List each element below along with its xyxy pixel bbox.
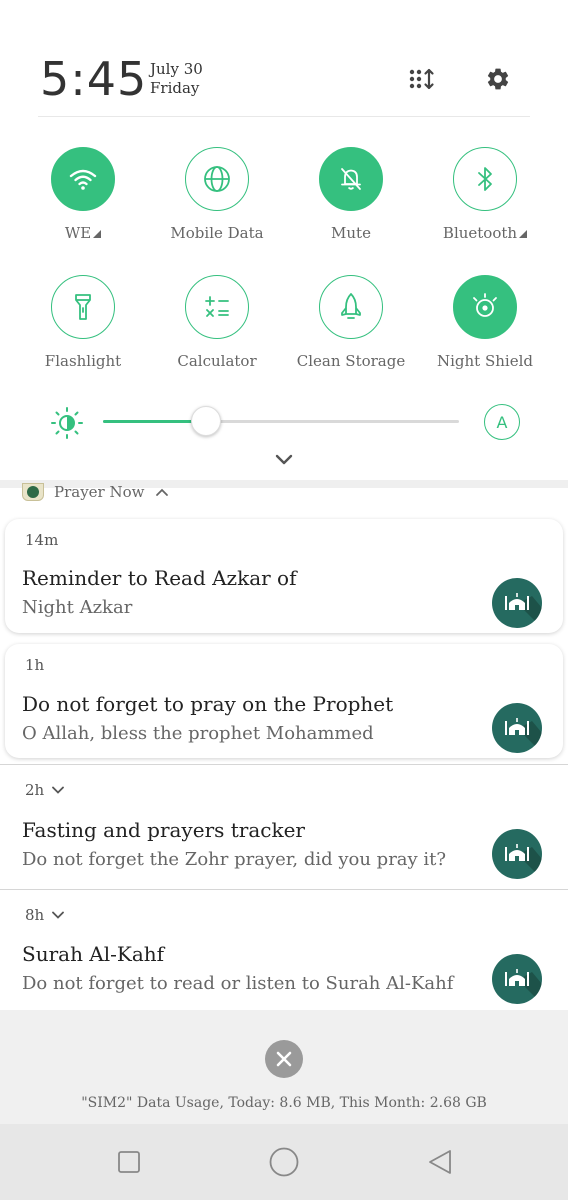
- bluetooth-toggle[interactable]: [453, 147, 517, 211]
- calculator-icon: [205, 296, 229, 317]
- square-icon: [118, 1151, 140, 1173]
- expand-panel-chevron-icon[interactable]: [274, 452, 294, 468]
- notification-item[interactable]: 8h Surah Al-Kahf Do not forget to read o…: [0, 890, 568, 1010]
- brightness-slider-thumb[interactable]: [191, 406, 222, 436]
- chevron-down-icon[interactable]: [52, 786, 65, 794]
- eye-icon: [473, 293, 497, 317]
- date-block: July 30 Friday: [150, 60, 203, 98]
- tile-flashlight-label: Flashlight: [44, 352, 122, 370]
- circle-icon: [269, 1147, 299, 1177]
- tile-bluetooth[interactable]: Bluetooth: [418, 147, 552, 242]
- notification-text: O Allah, bless the prophet Mohammed: [22, 723, 374, 744]
- clean-storage-button[interactable]: [319, 275, 383, 339]
- notification-text: Do not forget the Zohr prayer, did you p…: [22, 849, 447, 870]
- notification-time: 8h: [25, 906, 45, 924]
- notification-text: Night Azkar: [22, 597, 133, 618]
- chevron-down-icon[interactable]: [52, 911, 65, 919]
- notification-title: Do not forget to pray on the Prophet: [22, 692, 394, 716]
- tile-clean-storage-label: Clean Storage: [296, 352, 406, 370]
- night-shield-toggle[interactable]: [453, 275, 517, 339]
- chevron-up-icon[interactable]: [155, 487, 169, 497]
- globe-icon: [204, 166, 230, 192]
- notification-item[interactable]: 2h Fasting and prayers tracker Do not fo…: [0, 764, 568, 890]
- bluetooth-icon: [478, 167, 492, 191]
- mute-toggle[interactable]: [319, 147, 383, 211]
- prayer-now-app-icon: [22, 483, 44, 501]
- home-button[interactable]: [266, 1144, 302, 1180]
- tile-mute-label: Mute: [331, 224, 371, 242]
- tile-mobile-data-label: Mobile Data: [170, 224, 264, 242]
- settings-gear-icon[interactable]: [483, 64, 513, 94]
- tile-mute[interactable]: Mute: [284, 147, 418, 242]
- wifi-toggle[interactable]: [51, 147, 115, 211]
- app-group-header[interactable]: Prayer Now: [22, 482, 169, 502]
- tile-mobile-data[interactable]: Mobile Data: [150, 147, 284, 242]
- tile-wifi-label: WE: [64, 224, 92, 242]
- clear-all-button[interactable]: [265, 1040, 303, 1078]
- data-usage-text: "SIM2" Data Usage, Today: 8.6 MB, This M…: [81, 1095, 487, 1111]
- mosque-icon: [492, 829, 542, 879]
- bell-off-icon: [341, 168, 361, 190]
- tile-night-shield[interactable]: Night Shield: [418, 275, 552, 370]
- date-text: July 30: [150, 60, 203, 78]
- notification-time: 1h: [25, 656, 45, 674]
- notification-title: Surah Al-Kahf: [22, 942, 165, 966]
- header-divider: [38, 116, 530, 117]
- brightness-slider[interactable]: [103, 406, 459, 436]
- mosque-icon: [492, 578, 542, 628]
- brightness-icon: [50, 406, 84, 440]
- flashlight-icon: [75, 294, 91, 320]
- clock: 5:45: [40, 52, 148, 106]
- tile-flashlight[interactable]: Flashlight: [16, 275, 150, 370]
- tile-wifi[interactable]: WE: [16, 147, 150, 242]
- recents-button[interactable]: [111, 1144, 147, 1180]
- notification-time: 2h: [25, 781, 45, 799]
- app-name: Prayer Now: [54, 483, 145, 501]
- back-button[interactable]: [422, 1144, 458, 1180]
- tile-bluetooth-label: Bluetooth: [442, 224, 518, 242]
- notification-time: 14m: [25, 531, 59, 549]
- close-icon: [276, 1051, 292, 1067]
- wifi-icon: [69, 169, 97, 190]
- flashlight-toggle[interactable]: [51, 275, 115, 339]
- notification-text: Do not forget to read or listen to Surah…: [22, 973, 454, 994]
- notification-title: Fasting and prayers tracker: [22, 818, 305, 842]
- mosque-icon: [492, 703, 542, 753]
- mobile-data-toggle[interactable]: [185, 147, 249, 211]
- calculator-button[interactable]: [185, 275, 249, 339]
- expand-triangle-icon[interactable]: [93, 230, 102, 238]
- rocket-icon: [341, 293, 361, 319]
- mosque-icon: [492, 954, 542, 1004]
- tile-calculator[interactable]: Calculator: [150, 275, 284, 370]
- tile-clean-storage[interactable]: Clean Storage: [284, 275, 418, 370]
- edit-tiles-icon[interactable]: [407, 64, 437, 94]
- notification-card[interactable]: 1h Do not forget to pray on the Prophet …: [5, 644, 563, 758]
- notification-title: Reminder to Read Azkar of: [22, 566, 297, 590]
- notification-card[interactable]: 14m Reminder to Read Azkar of Night Azka…: [5, 519, 563, 633]
- tile-night-shield-label: Night Shield: [437, 352, 533, 370]
- tile-calculator-label: Calculator: [177, 352, 257, 370]
- triangle-back-icon: [429, 1150, 451, 1174]
- expand-triangle-icon[interactable]: [519, 230, 528, 238]
- day-text: Friday: [150, 79, 200, 97]
- auto-brightness-button[interactable]: A: [484, 404, 520, 440]
